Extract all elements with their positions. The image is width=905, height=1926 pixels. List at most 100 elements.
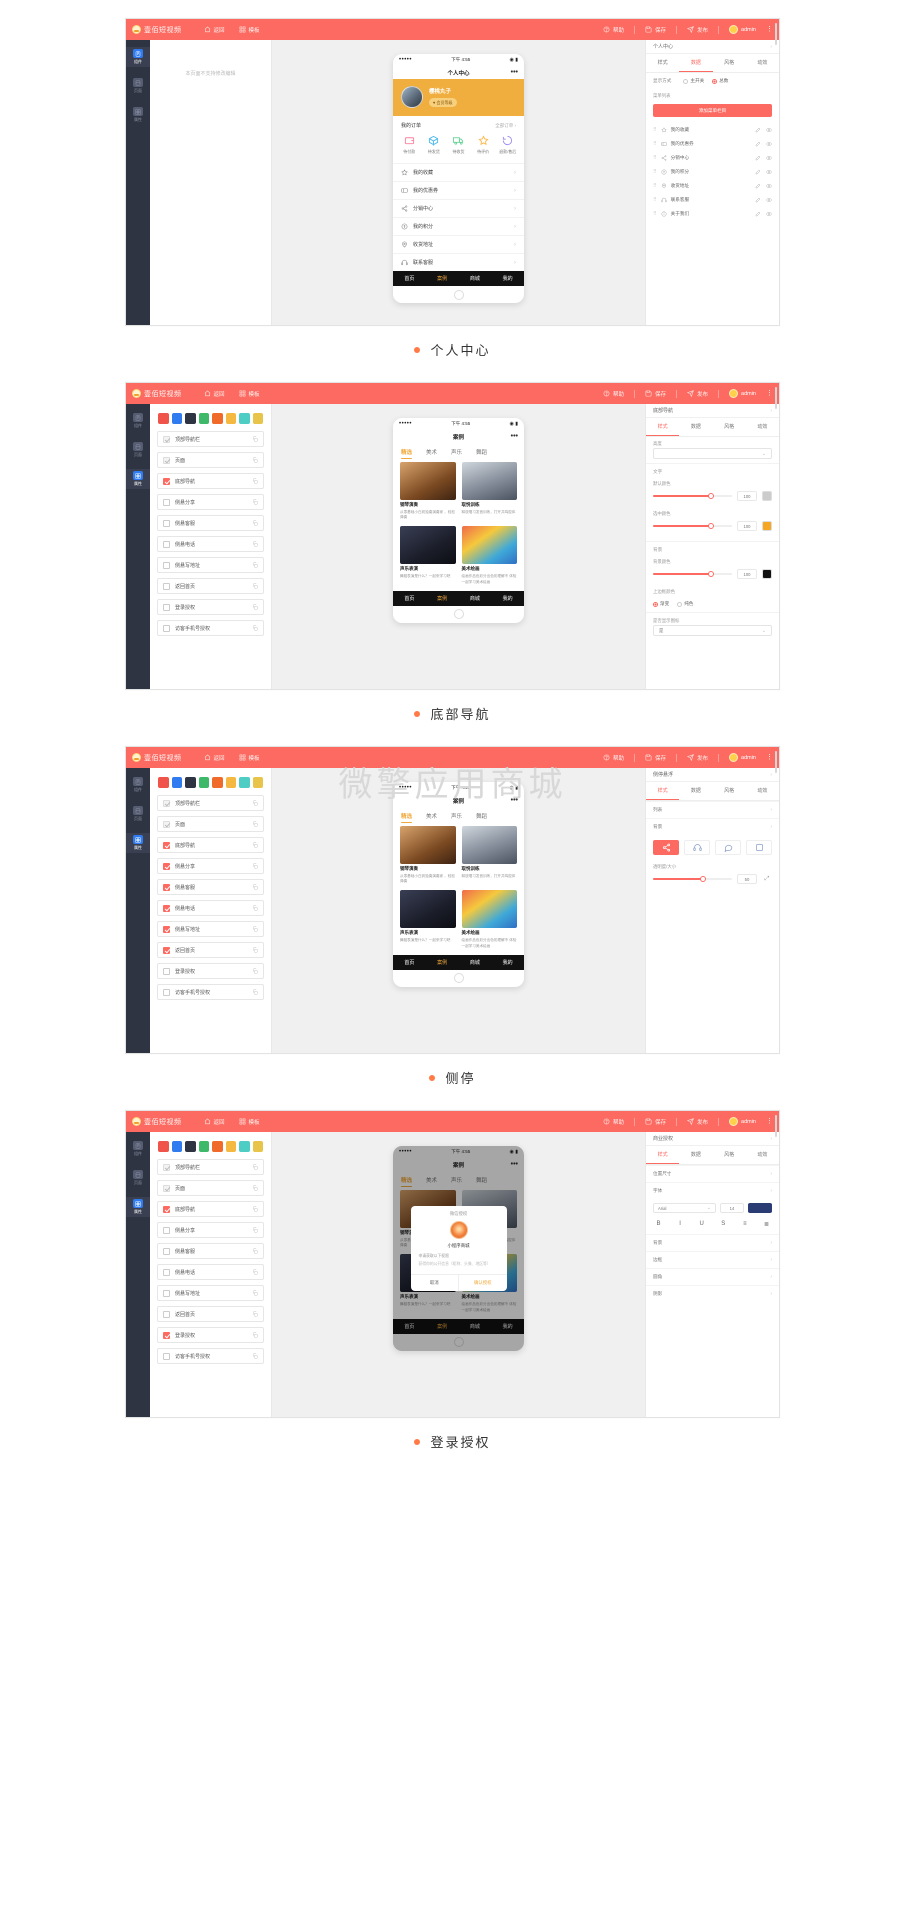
tabbar-item-3[interactable]: 我的 (491, 595, 524, 602)
topnav-item-0[interactable]: 返回 (204, 1118, 225, 1126)
color-swatch-0[interactable] (158, 777, 169, 788)
layer-item[interactable]: 登录授权 (157, 1327, 264, 1343)
radio-button[interactable] (677, 601, 683, 607)
display-option-0[interactable]: 主开关 (683, 78, 704, 84)
color-picker[interactable] (762, 491, 772, 501)
layer-item[interactable]: 侧悬写地址 (157, 921, 264, 937)
opacity-slider[interactable] (653, 522, 732, 529)
case-card[interactable]: 取悦训练释放唱习发音训练，打开共鸣腔体 (461, 826, 517, 884)
header-action-0[interactable]: 帮助 (603, 390, 624, 398)
user-menu[interactable]: admin (729, 389, 756, 398)
brand[interactable]: 壹佰短视频 (132, 25, 182, 35)
phone-menu-row[interactable]: 我的收藏 › (393, 163, 524, 181)
phone-menu-row[interactable]: 收货地址 › (393, 235, 524, 253)
layer-item[interactable]: 侧悬分享 (157, 858, 264, 874)
color-swatch-2[interactable] (185, 1141, 196, 1152)
copy-icon[interactable] (252, 842, 258, 848)
drag-handle-icon[interactable]: ⠿ (653, 197, 657, 203)
layer-checkbox[interactable] (163, 1184, 170, 1192)
color-picker[interactable] (762, 569, 772, 579)
inspector-section-header[interactable]: 商业授权 › (646, 1132, 779, 1146)
inspector-menu-row[interactable]: ⠿ 收货地址 (646, 179, 779, 193)
inspector-tab-3[interactable]: 动效 (746, 1146, 779, 1164)
layer-checkbox[interactable] (163, 561, 170, 569)
home-button[interactable] (453, 609, 464, 620)
opacity-slider[interactable] (653, 875, 732, 882)
inspector-menu-row[interactable]: ⠿ 联系客服 (646, 193, 779, 207)
header-action-0[interactable]: 帮助 (603, 1118, 624, 1126)
tabbar-item-2[interactable]: 商城 (459, 595, 492, 602)
inspector-row[interactable]: 圆角 › (646, 1268, 779, 1285)
eye-icon[interactable] (766, 169, 772, 175)
inspector-row[interactable]: 背景 › (646, 1234, 779, 1251)
rail-item-2[interactable]: 属性 (126, 469, 150, 489)
inspector-menu-row[interactable]: ⠿ 关于我们 (646, 207, 779, 221)
layer-checkbox[interactable] (163, 498, 170, 506)
color-swatch-6[interactable] (239, 777, 250, 788)
inspector-tab-0[interactable]: 样式 (646, 54, 679, 72)
inspector-tab-0[interactable]: 样式 (646, 1146, 680, 1164)
opacity-value[interactable]: 100 (737, 491, 757, 501)
rail-item-0[interactable]: 组件 (126, 775, 150, 795)
show-icon-select[interactable]: 是 ⌄ (653, 625, 772, 636)
layer-item[interactable]: 侧悬电话 (157, 1264, 264, 1280)
copy-icon[interactable] (252, 457, 258, 463)
header-action-2[interactable]: 发布 (687, 1118, 708, 1126)
kebab-menu-icon[interactable]: ⋮ (766, 754, 773, 761)
layer-item[interactable]: 底部导航 (157, 837, 264, 853)
color-swatch-1[interactable] (171, 413, 182, 424)
rail-item-0[interactable]: 组件 (126, 411, 150, 431)
radio-button[interactable] (712, 78, 718, 84)
copy-icon[interactable] (252, 905, 258, 911)
layer-item[interactable]: 页面 (157, 816, 264, 832)
copy-icon[interactable] (252, 821, 258, 827)
copy-icon[interactable] (252, 520, 258, 526)
color-swatch-2[interactable] (185, 777, 196, 788)
layer-item[interactable]: 侧悬客服 (157, 515, 264, 531)
position-size-row[interactable]: 位置尺寸 › (646, 1165, 779, 1182)
layer-checkbox[interactable] (163, 519, 170, 527)
order-status-3[interactable]: 待评价 (471, 135, 496, 155)
layer-item[interactable]: 底部导航 (157, 473, 264, 489)
case-card[interactable]: 取悦训练释放唱习发音训练，打开共鸣腔体 (461, 462, 517, 520)
layer-item[interactable]: 页面 (157, 452, 264, 468)
user-menu[interactable]: admin (729, 1117, 756, 1126)
tabbar-item-0[interactable]: 首页 (393, 275, 426, 282)
inspector-tab-3[interactable]: 动效 (746, 54, 779, 72)
eye-icon[interactable] (766, 155, 772, 161)
inspector-tab-3[interactable]: 动效 (746, 418, 779, 436)
layer-item[interactable]: 登录授权 (157, 599, 264, 615)
opacity-value[interactable]: 100 (737, 569, 757, 579)
header-action-1[interactable]: 保存 (645, 390, 666, 398)
case-card[interactable]: 钢琴演奏从零基础小白到独奏演奏家 ，轻松弹奏 (400, 826, 456, 884)
inspector-tab-0[interactable]: 样式 (646, 782, 680, 800)
copy-icon[interactable] (252, 625, 258, 631)
tabbar-item-1[interactable]: 案例 (426, 275, 459, 282)
layer-item[interactable]: 侧悬写地址 (157, 557, 264, 573)
color-swatch-3[interactable] (198, 777, 209, 788)
tabbar-item-2[interactable]: 商城 (459, 275, 492, 282)
confirm-button[interactable]: 确认授权 (458, 1274, 507, 1291)
color-swatch-4[interactable] (212, 777, 223, 788)
inspector-tab-3[interactable]: 动效 (746, 782, 779, 800)
topnav-item-1[interactable]: 模板 (239, 26, 260, 34)
font-row[interactable]: 字体 › (646, 1182, 779, 1199)
copy-icon[interactable] (252, 1185, 258, 1191)
inspector-tab-1[interactable]: 数据 (679, 54, 713, 72)
copy-icon[interactable] (252, 800, 258, 806)
case-card[interactable]: 钢琴演奏从零基础小白到独奏演奏家 ，轻松弹奏 (400, 462, 456, 520)
format-button-2[interactable]: U (696, 1221, 707, 1228)
color-swatch-4[interactable] (212, 1141, 223, 1152)
copy-icon[interactable] (252, 884, 258, 890)
layer-item[interactable]: 顶部导航栏 (157, 431, 264, 447)
layer-checkbox[interactable] (163, 1268, 170, 1276)
layer-checkbox[interactable] (163, 477, 170, 485)
layer-checkbox[interactable] (163, 1331, 170, 1339)
layer-checkbox[interactable] (163, 435, 170, 443)
layer-checkbox[interactable] (163, 456, 170, 464)
layer-checkbox[interactable] (163, 1163, 170, 1171)
copy-icon[interactable] (252, 1332, 258, 1338)
scrollbar[interactable] (775, 1115, 777, 1137)
color-swatch-7[interactable] (252, 413, 263, 424)
more-dots-icon[interactable]: ••• (511, 69, 518, 76)
